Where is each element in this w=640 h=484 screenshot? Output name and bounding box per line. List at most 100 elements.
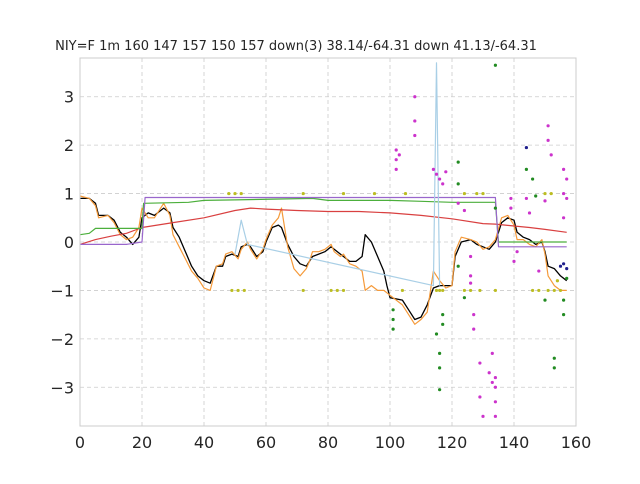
marker-point-green-dots [493,206,497,210]
marker-point-magenta-dots [537,269,541,273]
chart-title: NIY=F 1m 160 147 157 150 157 down(3) 38.… [55,39,537,54]
y-tick-label: 1 [64,185,74,204]
marker-point-olive-dots [558,288,563,293]
marker-point-olive-dots [341,288,346,293]
marker-point-green-dots [391,308,395,312]
marker-point-olive-dots [537,288,541,293]
marker-point-magenta-dots [562,191,566,196]
marker-point-magenta-dots [478,395,482,399]
marker-point-green-dots [565,276,569,280]
marker-point-magenta-dots [413,119,417,123]
marker-point-magenta-dots [444,170,448,174]
marker-point-olive-dots [441,288,445,293]
marker-point-magenta-dots [478,361,482,365]
marker-point-magenta-dots [543,199,547,203]
marker-point-magenta-dots [469,254,473,259]
marker-point-magenta-dots [546,124,550,128]
marker-point-magenta-dots [413,95,417,99]
marker-point-green-dots [552,366,556,370]
marker-point-green-dots [543,298,547,302]
marker-point-olive-dots [242,288,246,293]
x-tick-label: 160 [561,433,592,452]
marker-point-olive-dots [329,288,333,293]
marker-point-green-dots [438,366,442,370]
marker-point-magenta-dots [493,400,497,404]
marker-point-magenta-dots [438,177,442,181]
marker-point-olive-dots [546,288,550,293]
y-tick-label: −2 [50,330,74,349]
marker-point-olive-dots [403,191,408,196]
marker-point-magenta-dots [546,138,550,142]
marker-point-magenta-dots [493,375,497,380]
marker-point-olive-dots [301,288,305,293]
marker-point-green-dots [456,264,460,268]
marker-point-olive-dots [481,191,485,196]
marker-point-magenta-dots [515,250,519,254]
marker-point-green-dots [562,298,566,302]
marker-point-olive-dots [549,191,553,196]
chart-svg: NIY=F 1m 160 147 157 150 157 down(3) 38.… [0,0,640,480]
marker-point-magenta-dots [472,327,476,331]
marker-point-green-dots [438,388,442,392]
marker-point-magenta-dots [394,167,398,171]
marker-point-magenta-dots [509,206,513,210]
x-tick-label: 120 [437,433,468,452]
y-tick-label: 2 [64,136,74,155]
marker-point-olive-dots [478,288,482,293]
marker-point-green-dots [493,63,497,67]
marker-point-olive-dots [400,288,404,293]
marker-point-green-dots [562,313,566,317]
marker-point-green-dots [438,351,442,355]
marker-point-magenta-dots [562,167,566,171]
marker-point-olive-dots [493,288,497,293]
marker-point-olive-dots [239,191,243,196]
marker-point-magenta-dots [493,385,497,389]
y-tick-label: −1 [50,281,74,300]
y-tick-label: −3 [50,378,74,397]
marker-point-olive-dots [341,191,346,196]
marker-point-magenta-dots [472,313,476,317]
marker-point-magenta-dots [434,172,439,176]
marker-point-magenta-dots [490,351,494,355]
marker-point-olive-dots [230,288,234,293]
marker-point-magenta-dots [527,211,532,215]
marker-point-green-dots [531,177,535,181]
marker-point-magenta-dots [397,153,401,157]
marker-point-magenta-dots [565,196,569,201]
marker-point-magenta-dots [512,259,516,263]
marker-point-magenta-dots [469,281,473,285]
marker-point-olive-dots [438,288,442,293]
x-tick-label: 0 [75,433,85,452]
marker-point-green-dots [434,332,439,336]
marker-point-magenta-dots [549,153,553,157]
marker-point-navy-dots [558,264,563,268]
marker-point-magenta-dots [441,182,445,186]
marker-point-olive-dots [531,288,535,293]
x-tick-label: 40 [194,433,214,452]
marker-point-green-dots [391,327,395,331]
marker-point-olive-dots [475,191,479,196]
marker-point-olive-dots [462,288,466,293]
marker-point-magenta-dots [562,216,566,220]
marker-point-magenta-dots [487,371,491,375]
y-tick-label: 0 [64,233,74,252]
marker-point-magenta-dots [490,380,494,385]
marker-point-magenta-dots [462,208,466,213]
marker-point-green-dots [552,356,556,360]
x-tick-label: 20 [132,433,152,452]
marker-point-green-dots [456,160,460,164]
marker-point-olive-dots [372,191,377,196]
marker-point-magenta-dots [456,201,460,205]
marker-point-olive-dots [434,288,439,293]
marker-point-magenta-dots [493,414,497,418]
marker-point-magenta-dots [394,158,398,162]
marker-point-magenta-dots [509,196,513,201]
marker-point-olive-dots [462,191,466,196]
chart-container: NIY=F 1m 160 147 157 150 157 down(3) 38.… [0,0,640,480]
marker-point-olive-dots [469,288,473,293]
marker-point-green-dots [524,167,529,171]
y-tick-label: 3 [64,88,74,107]
x-tick-label: 140 [499,433,530,452]
marker-point-magenta-dots [394,148,398,152]
marker-point-olive-dots [552,288,556,293]
